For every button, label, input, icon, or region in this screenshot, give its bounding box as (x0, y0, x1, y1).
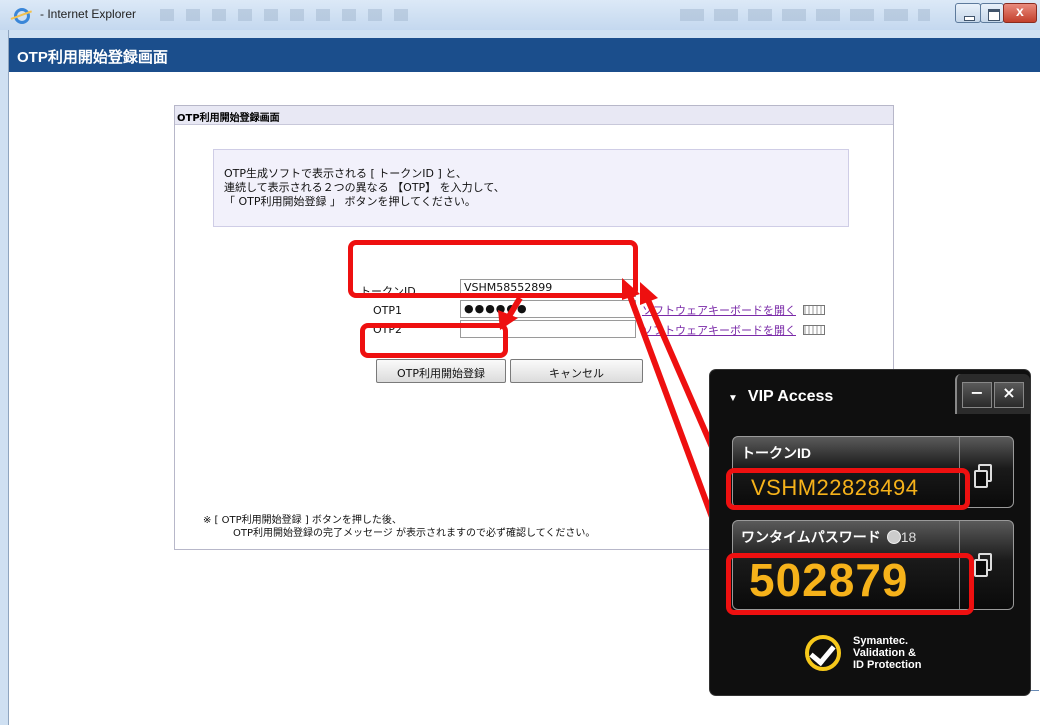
otp-card-label: ワンタイムパスワード 18 (741, 527, 916, 547)
vip-token-highlight (726, 468, 970, 510)
vip-otp-highlight (726, 553, 974, 615)
timer-icon (886, 530, 901, 544)
brand-line: Validation & (853, 647, 916, 659)
vip-minimize-button[interactable]: − (962, 382, 992, 408)
browser-window: - Internet Explorer OTP利用開始登録画面 OTP利用開始登… (0, 0, 1040, 725)
arrow-head-otp (622, 278, 640, 300)
vip-title: ▼ VIP Access (728, 388, 833, 406)
vip-title-text: VIP Access (747, 388, 834, 405)
otp-label-text: ワンタイムパスワード (741, 529, 881, 545)
vip-access-window: ▼ VIP Access − × トークンID VSHM22828494 ワンタイ… (710, 370, 1030, 695)
token-id-card-label: トークンID (741, 445, 811, 461)
vip-close-button[interactable]: × (994, 382, 1024, 408)
copy-icon (974, 464, 992, 488)
copy-icon (974, 553, 992, 577)
symantec-check-logo (805, 635, 841, 671)
brand-line: ID Protection (853, 659, 922, 671)
brand-line: Symantec. (853, 635, 909, 647)
collapse-triangle-icon[interactable]: ▼ (728, 393, 738, 404)
symantec-brand: Symantec. Validation & ID Protection (853, 635, 921, 671)
timer-count: 18 (900, 529, 917, 545)
